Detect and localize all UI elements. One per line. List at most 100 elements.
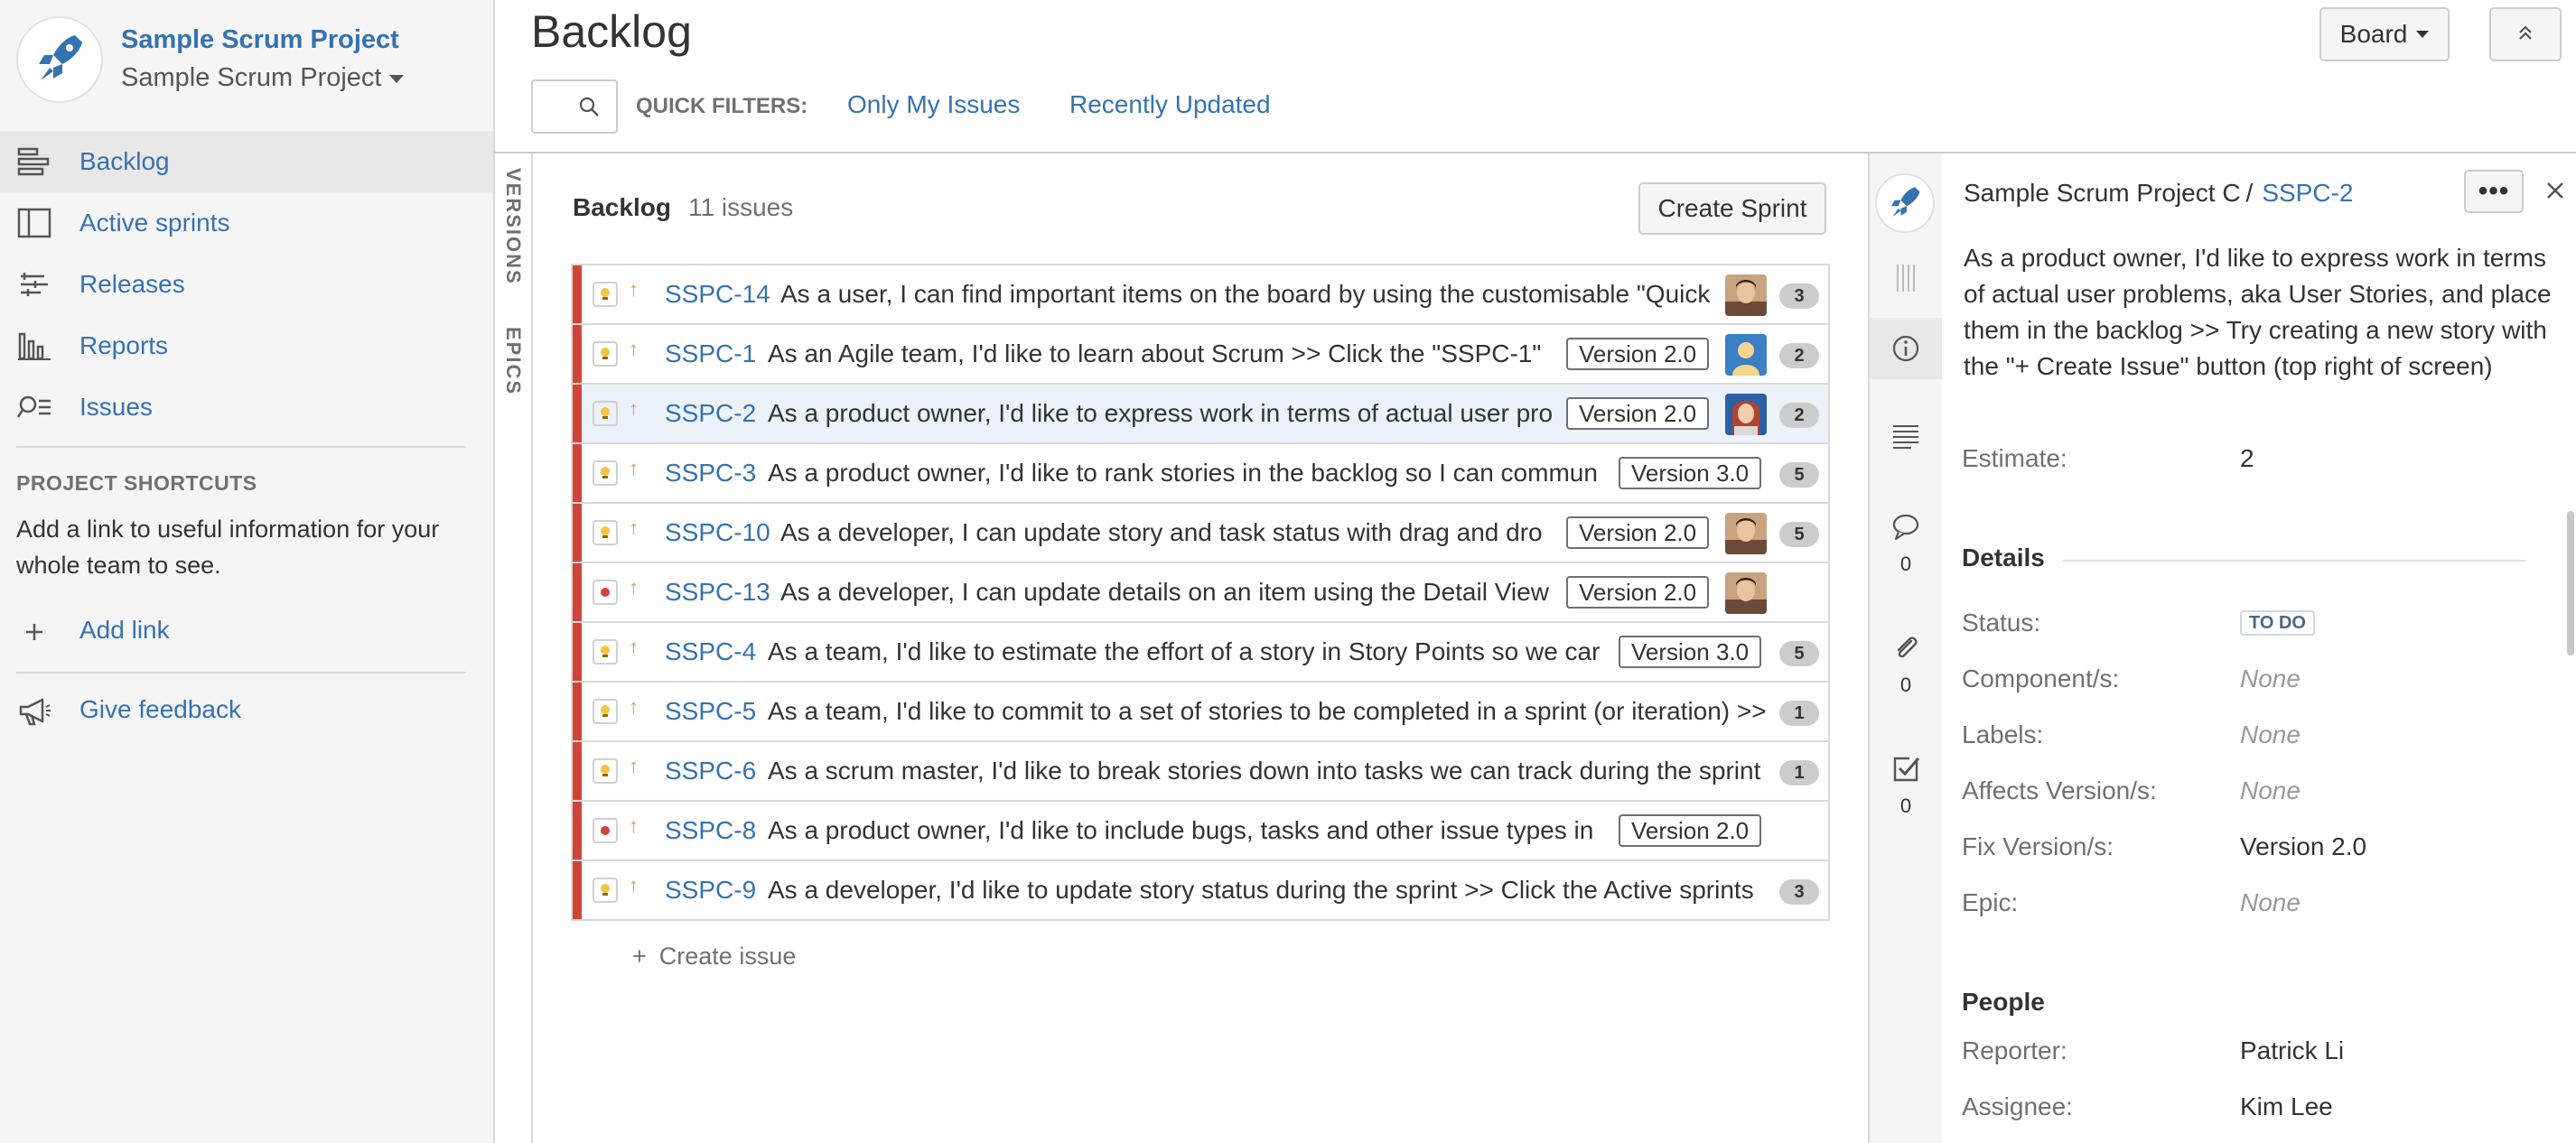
issue-key[interactable]: SSPC-2: [665, 399, 756, 428]
issue-row[interactable]: ↑ SSPC-8 As a product owner, I'd like to i…: [573, 802, 1828, 861]
sidebar-item-active-sprints[interactable]: Active sprints: [0, 192, 493, 254]
rank-handle[interactable]: [573, 802, 582, 860]
attachment-icon[interactable]: [1886, 628, 1926, 668]
story-type-icon: [593, 460, 618, 486]
tab-epics[interactable]: EPICS: [495, 327, 531, 426]
reporter-value[interactable]: Patrick Li: [2240, 1036, 2344, 1065]
story-type-icon: [593, 341, 618, 367]
issue-key[interactable]: SSPC-6: [665, 757, 756, 785]
issue-row[interactable]: ↑ SSPC-10 As a developer, I can update sto…: [573, 504, 1828, 563]
issue-row[interactable]: ↑ SSPC-4 As a team, I'd like to estimate t…: [573, 623, 1828, 683]
detail-scrollbar[interactable]: [2567, 511, 2574, 655]
field-value[interactable]: None: [2240, 664, 2301, 693]
issue-key[interactable]: SSPC-14: [665, 280, 770, 309]
issue-summary[interactable]: As a product owner, I'd like to express …: [768, 399, 1561, 428]
issue-summary[interactable]: As a scrum master, I'd like to break sto…: [768, 757, 1770, 785]
issue-key[interactable]: SSPC-13: [665, 578, 770, 607]
assignee-avatar: [1725, 572, 1767, 614]
issue-summary[interactable]: As an Agile team, I'd like to learn abou…: [768, 339, 1561, 368]
backlog-heading: Backlog: [573, 193, 671, 221]
filter-recently-updated[interactable]: Recently Updated: [1069, 90, 1271, 119]
people-heading: People: [1962, 988, 2045, 1016]
issue-summary[interactable]: As a product owner, I'd like to express …: [1964, 240, 2554, 385]
subtasks-icon[interactable]: [1886, 749, 1926, 789]
give-feedback-label: Give feedback: [79, 695, 241, 723]
rank-handle[interactable]: [573, 385, 582, 442]
issue-row[interactable]: ↑ SSPC-6 As a scrum master, I'd like to br…: [573, 742, 1828, 802]
issue-row[interactable]: ↑ SSPC-1 As an Agile team, I'd like to lea…: [573, 325, 1828, 385]
issue-row[interactable]: ↑ SSPC-13 As a developer, I can update det…: [573, 563, 1828, 623]
field-value[interactable]: None: [2240, 776, 2301, 805]
add-link-button[interactable]: Add link: [0, 605, 493, 659]
issue-row[interactable]: ↑ SSPC-9 As a developer, I'd like to updat…: [573, 861, 1828, 921]
give-feedback-button[interactable]: Give feedback: [0, 684, 493, 739]
rank-handle[interactable]: [573, 683, 582, 740]
issue-summary[interactable]: As a team, I'd like to estimate the effo…: [768, 637, 1611, 666]
issue-row[interactable]: ↑ SSPC-3 As a product owner, I'd like to r…: [573, 444, 1828, 504]
sidebar-item-releases[interactable]: Releases: [0, 254, 493, 315]
assignee-value[interactable]: Kim Lee: [2240, 1092, 2333, 1121]
issue-summary[interactable]: As a user, I can find important items on…: [780, 280, 1718, 309]
estimate-value[interactable]: 2: [2240, 444, 2254, 473]
collapse-header-button[interactable]: [2489, 7, 2562, 61]
filter-only-my-issues[interactable]: Only My Issues: [847, 90, 1020, 119]
rank-handle[interactable]: [573, 444, 582, 502]
field-value[interactable]: Version 2.0: [2240, 832, 2366, 861]
story-type-icon: [593, 639, 618, 664]
sidebar-item-reports[interactable]: Reports: [0, 315, 493, 376]
rank-handle[interactable]: [573, 742, 582, 800]
issue-key[interactable]: SSPC-10: [665, 518, 770, 547]
issue-summary[interactable]: As a product owner, I'd like to rank sto…: [768, 459, 1611, 488]
rank-handle[interactable]: [573, 504, 582, 562]
issue-summary[interactable]: As a team, I'd like to commit to a set o…: [768, 697, 1770, 726]
sidebar-item-issues[interactable]: Issues: [0, 376, 493, 438]
project-shortcuts-heading: PROJECT SHORTCUTS: [16, 471, 257, 495]
issue-key[interactable]: SSPC-9: [665, 876, 756, 905]
breadcrumb-project[interactable]: Sample Scrum Project C: [1964, 179, 2241, 207]
field-value[interactable]: None: [2240, 888, 2301, 917]
issue-summary[interactable]: As a developer, I'd like to update story…: [768, 876, 1770, 905]
field-value[interactable]: None: [2240, 720, 2301, 749]
issue-summary[interactable]: As a product owner, I'd like to include …: [768, 816, 1611, 845]
comments-icon[interactable]: [1886, 507, 1926, 547]
project-title[interactable]: Sample Scrum Project: [121, 25, 399, 55]
breadcrumb-issue-key[interactable]: SSPC-2: [2262, 179, 2353, 207]
drag-handle-icon[interactable]: [1886, 258, 1926, 298]
more-actions-button[interactable]: •••: [2464, 170, 2524, 213]
issue-key[interactable]: SSPC-3: [665, 459, 756, 488]
rank-handle[interactable]: [573, 861, 582, 919]
fix-version-badge: Version 2.0: [1566, 397, 1710, 430]
project-avatar-icon[interactable]: [16, 16, 103, 103]
priority-major-icon: ↑: [629, 874, 639, 897]
sidebar-item-backlog[interactable]: Backlog: [0, 131, 493, 192]
quick-filters-label: QUICK FILTERS:: [636, 94, 808, 118]
close-icon[interactable]: [2542, 177, 2569, 204]
project-switcher[interactable]: Sample Scrum Project: [121, 63, 404, 93]
issue-row[interactable]: ↑ SSPC-14 As a user, I can find important …: [573, 265, 1828, 325]
issue-row[interactable]: ↑ SSPC-5 As a team, I'd like to commit to …: [573, 683, 1828, 742]
info-icon[interactable]: [1886, 329, 1926, 368]
issue-summary[interactable]: As a developer, I can update story and t…: [780, 518, 1561, 547]
rank-handle[interactable]: [573, 325, 582, 383]
issue-row[interactable]: ↑ SSPC-2 As a product owner, I'd like to e…: [573, 385, 1828, 444]
rank-handle[interactable]: [573, 623, 582, 681]
description-icon[interactable]: [1886, 417, 1926, 457]
issue-search-input[interactable]: [531, 79, 618, 134]
issue-key[interactable]: SSPC-8: [665, 816, 756, 845]
create-sprint-button[interactable]: Create Sprint: [1638, 182, 1826, 235]
issue-key[interactable]: SSPC-1: [665, 339, 756, 368]
issue-key[interactable]: SSPC-4: [665, 637, 756, 666]
rank-handle[interactable]: [573, 563, 582, 621]
backlog-issue-list: ↑ SSPC-14 As a user, I can find important …: [571, 264, 1830, 921]
create-sprint-label: Create Sprint: [1657, 194, 1807, 222]
rank-handle[interactable]: [573, 265, 582, 323]
issue-key[interactable]: SSPC-5: [665, 697, 756, 726]
priority-major-icon: ↑: [629, 636, 639, 658]
create-issue-button[interactable]: + Create issue: [632, 943, 796, 971]
story-points-badge: 5: [1779, 641, 1819, 666]
issue-summary[interactable]: As a developer, I can update details on …: [780, 578, 1561, 607]
tab-versions[interactable]: VERSIONS: [495, 168, 531, 303]
estimate-label: Estimate:: [1962, 444, 2067, 472]
board-dropdown-button[interactable]: Board: [2319, 7, 2450, 61]
status-lozenge[interactable]: TO DO: [2240, 610, 2315, 636]
